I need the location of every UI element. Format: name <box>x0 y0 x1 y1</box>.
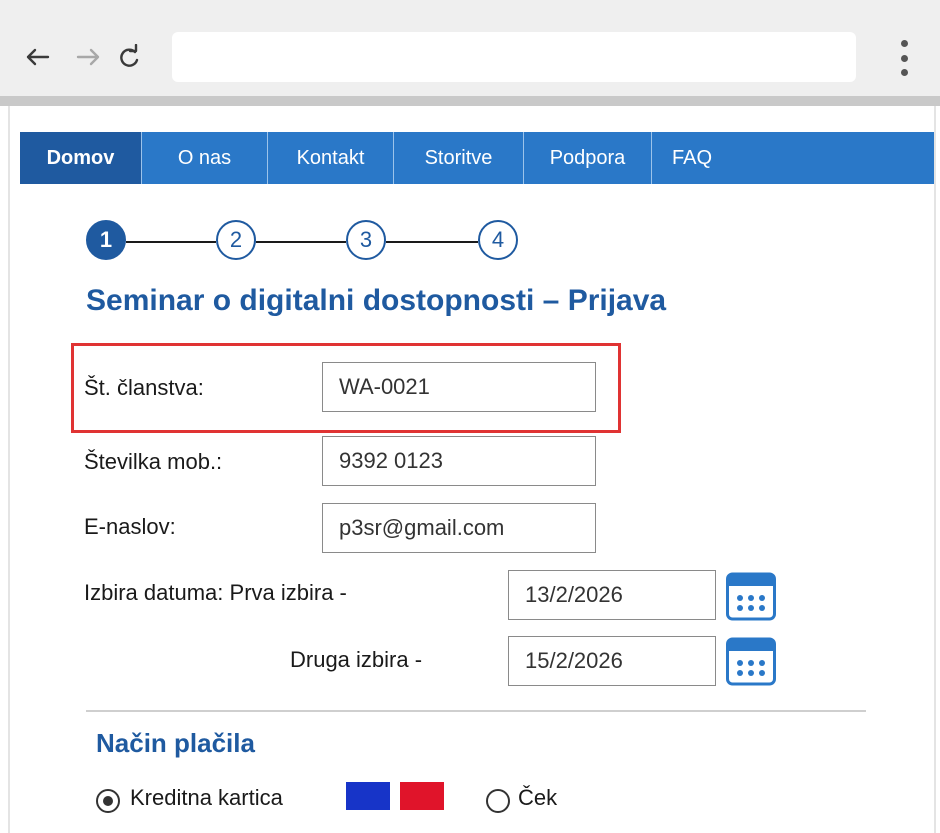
site-nav: Domov O nas Kontakt Storitve Podpora FAQ <box>20 132 934 184</box>
step-connector <box>386 241 478 243</box>
email-label: E-naslov: <box>84 514 176 539</box>
cheque-label[interactable]: Ček <box>518 785 557 811</box>
page-title: Seminar o digitalni dostopnosti – Prijav… <box>86 284 667 317</box>
first-date-field[interactable]: 13/2/2026 <box>508 570 716 620</box>
membership-number-field[interactable]: WA-0021 <box>322 362 596 412</box>
step-connector <box>126 241 216 243</box>
second-date-field[interactable]: 15/2/2026 <box>508 636 716 686</box>
second-choice-label: Druga izbira - <box>290 647 423 672</box>
address-bar[interactable] <box>172 32 856 82</box>
step-4: 4 <box>478 220 518 260</box>
toolbar-divider <box>0 96 940 106</box>
credit-card-label[interactable]: Kreditna kartica <box>130 785 283 811</box>
step-1: 1 <box>86 220 126 260</box>
tab-o-nas[interactable]: O nas <box>142 132 268 184</box>
card-red-swatch <box>400 782 444 810</box>
mobile-number-field[interactable]: 9392 0123 <box>322 436 596 486</box>
mobile-label: Številka mob.: <box>84 449 223 474</box>
membership-label: Št. članstva: <box>84 375 204 400</box>
forward-arrow-icon[interactable] <box>74 42 104 72</box>
calendar-icon[interactable] <box>726 636 776 686</box>
tab-podpora[interactable]: Podpora <box>524 132 652 184</box>
tab-domov[interactable]: Domov <box>20 132 142 184</box>
calendar-icon[interactable] <box>726 571 776 621</box>
card-blue-swatch <box>346 782 390 810</box>
menu-kebab-icon[interactable] <box>893 40 915 76</box>
section-divider <box>86 710 866 712</box>
back-arrow-icon[interactable] <box>22 42 52 72</box>
tab-storitve[interactable]: Storitve <box>394 132 524 184</box>
reload-icon[interactable] <box>114 42 144 72</box>
tab-kontakt[interactable]: Kontakt <box>268 132 394 184</box>
step-3: 3 <box>346 220 386 260</box>
email-field[interactable]: p3sr@gmail.com <box>322 503 596 553</box>
payment-method-heading: Način plačila <box>96 728 255 758</box>
step-indicator: 1 2 3 4 <box>86 220 526 264</box>
step-connector <box>256 241 346 243</box>
credit-card-radio[interactable] <box>96 789 120 813</box>
tab-faq[interactable]: FAQ <box>652 132 732 184</box>
cheque-radio[interactable] <box>486 789 510 813</box>
step-2: 2 <box>216 220 256 260</box>
date-choice-label: Izbira datuma: Prva izbira - <box>84 580 347 605</box>
